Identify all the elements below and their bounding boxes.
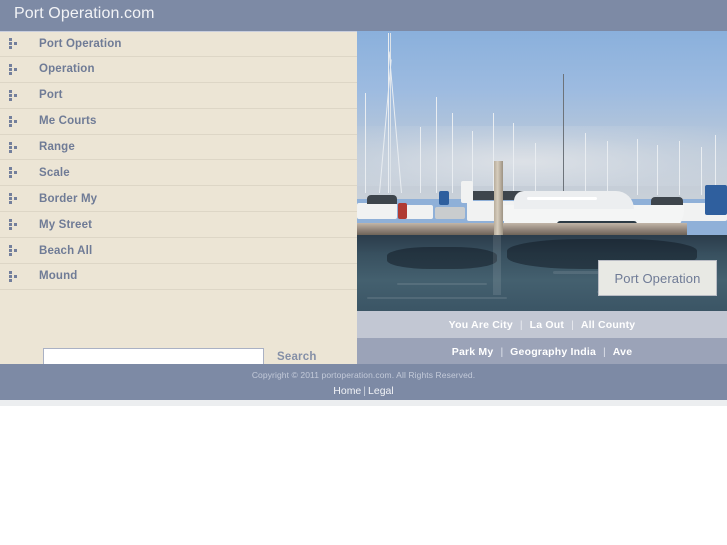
nav-primary-link-you-are-city[interactable]: You Are City bbox=[449, 319, 513, 331]
sidebar-item-label: Range bbox=[39, 141, 75, 153]
sidebar-item-scale[interactable]: Scale bbox=[0, 160, 357, 187]
sidebar-item-label: Border My bbox=[39, 192, 98, 205]
sidebar-item-my-street[interactable]: My Street bbox=[0, 212, 357, 239]
content-area: Port Operation Operation Port Me Courts … bbox=[0, 31, 727, 366]
page-background-below-fold bbox=[0, 400, 727, 545]
dots-bullet-icon bbox=[9, 63, 20, 75]
sidebar-item-mound[interactable]: Mound bbox=[0, 264, 357, 290]
nav-secondary-link-ave[interactable]: Ave bbox=[613, 346, 632, 358]
sidebar-item-me-courts[interactable]: Me Courts bbox=[0, 109, 357, 135]
search-block: Search bbox=[0, 296, 357, 366]
nav-separator: | bbox=[500, 345, 504, 358]
hero-caption: Port Operation bbox=[598, 260, 717, 296]
sidebar-item-operation[interactable]: Operation bbox=[0, 57, 357, 83]
sidebar-item-label: My Street bbox=[39, 218, 93, 231]
nav-secondary-link-geography-india[interactable]: Geography India bbox=[510, 346, 596, 358]
nav-separator: | bbox=[603, 345, 606, 358]
nav-primary-link-la-out[interactable]: La Out bbox=[530, 319, 564, 331]
dots-bullet-icon bbox=[9, 270, 20, 282]
sidebar-item-label: Scale bbox=[39, 166, 70, 179]
right-column: Port Operation You Are City | La Out | A… bbox=[357, 31, 727, 365]
dock-piling bbox=[494, 161, 503, 239]
dots-bullet-icon bbox=[9, 167, 20, 179]
sidebar-item-label: Mound bbox=[39, 270, 78, 283]
nav-secondary: Park My | Geography India | Ave bbox=[357, 338, 727, 365]
sidebar: Port Operation Operation Port Me Courts … bbox=[0, 31, 357, 366]
nav-primary: You Are City | La Out | All County bbox=[357, 311, 727, 338]
footer-links: Home | Legal bbox=[0, 380, 727, 397]
sidebar-item-label: Me Courts bbox=[39, 115, 97, 128]
dots-bullet-icon bbox=[9, 219, 20, 231]
sidebar-item-label: Port Operation bbox=[39, 37, 122, 50]
dots-bullet-icon bbox=[9, 115, 20, 127]
sidebar-item-beach-all[interactable]: Beach All bbox=[0, 238, 357, 265]
nav-secondary-link-park-my[interactable]: Park My bbox=[452, 346, 494, 358]
sidebar-item-border-my[interactable]: Border My bbox=[0, 186, 357, 213]
hero-image: Port Operation bbox=[357, 31, 727, 311]
sidebar-item-label: Port bbox=[39, 89, 63, 102]
search-button[interactable]: Search bbox=[277, 351, 317, 363]
sidebar-nav-list: Port Operation Operation Port Me Courts … bbox=[0, 31, 357, 290]
below-fold-strip bbox=[0, 400, 727, 406]
nav-separator: | bbox=[571, 318, 574, 331]
sidebar-item-label: Operation bbox=[39, 63, 95, 76]
dots-bullet-icon bbox=[9, 193, 20, 205]
sidebar-item-label: Beach All bbox=[39, 244, 93, 257]
nav-separator: | bbox=[519, 318, 523, 331]
copyright-text: Copyright © 2011 portoperation.com. All … bbox=[251, 370, 476, 380]
dots-bullet-icon bbox=[9, 38, 20, 50]
site-title: Port Operation.com bbox=[14, 5, 155, 22]
site-footer: Copyright © 2011 portoperation.com. All … bbox=[0, 364, 727, 400]
sidebar-item-port[interactable]: Port bbox=[0, 83, 357, 109]
dots-bullet-icon bbox=[9, 245, 20, 257]
nav-primary-link-all-county[interactable]: All County bbox=[581, 319, 636, 331]
footer-separator: | bbox=[363, 385, 367, 397]
haze-overlay bbox=[357, 126, 727, 186]
site-header: Port Operation.com bbox=[0, 0, 727, 31]
dots-bullet-icon bbox=[9, 89, 20, 101]
dots-bullet-icon bbox=[9, 141, 20, 153]
dock bbox=[357, 223, 687, 235]
sidebar-item-port-operation[interactable]: Port Operation bbox=[0, 31, 357, 57]
page-root: Port Operation.com Port Operation Operat… bbox=[0, 0, 727, 545]
footer-link-home[interactable]: Home bbox=[333, 385, 361, 397]
sidebar-item-range[interactable]: Range bbox=[0, 135, 357, 161]
footer-link-legal[interactable]: Legal bbox=[368, 385, 394, 397]
